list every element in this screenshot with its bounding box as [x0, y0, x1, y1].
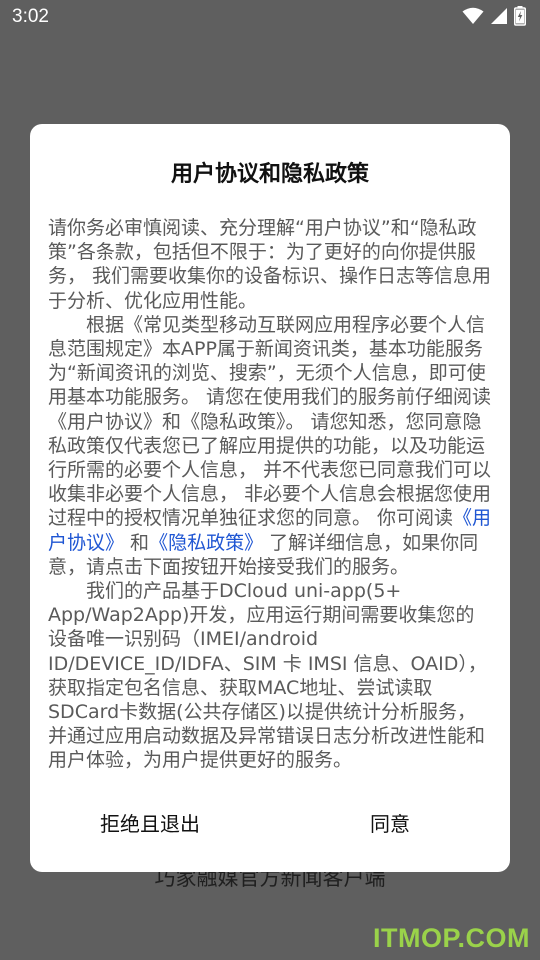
- privacy-policy-link[interactable]: 《隐私政策》: [149, 532, 263, 554]
- signal-icon: [490, 7, 508, 29]
- paragraph-2-and: 和: [124, 531, 150, 554]
- dialog-title: 用户协议和隐私政策: [170, 162, 369, 187]
- paragraph-2-text: 根据《常见类型移动互联网应用程序必要个人信息范围规定》本APP属于新闻资讯类，基…: [48, 313, 492, 530]
- dialog-actions: 拒绝且退出 同意: [30, 772, 510, 872]
- paragraph-1: 请你务必审慎阅读、充分理解“用户协议”和“隐私政策”各条款，包括但不限于：为了更…: [48, 217, 492, 312]
- paragraph-2: 根据《常见类型移动互联网应用程序必要个人信息范围规定》本APP属于新闻资讯类，基…: [48, 313, 492, 579]
- agree-button[interactable]: 同意: [270, 772, 510, 872]
- wifi-icon: [462, 7, 484, 29]
- dialog-body[interactable]: 请你务必审慎阅读、充分理解“用户协议”和“隐私政策”各条款，包括但不限于：为了更…: [48, 216, 492, 776]
- reject-exit-button[interactable]: 拒绝且退出: [30, 772, 270, 872]
- battery-charging-icon: [514, 6, 526, 30]
- status-time: 3:02: [12, 6, 49, 27]
- status-bar: 3:02: [0, 0, 540, 36]
- privacy-dialog: 用户协议和隐私政策 请你务必审慎阅读、充分理解“用户协议”和“隐私政策”各条款，…: [30, 124, 510, 872]
- status-icons: [462, 6, 526, 30]
- paragraph-3: 我们的产品基于DCloud uni-app(5+ App/Wap2App)开发，…: [48, 580, 487, 772]
- site-watermark: ITMOP.COM: [372, 923, 530, 953]
